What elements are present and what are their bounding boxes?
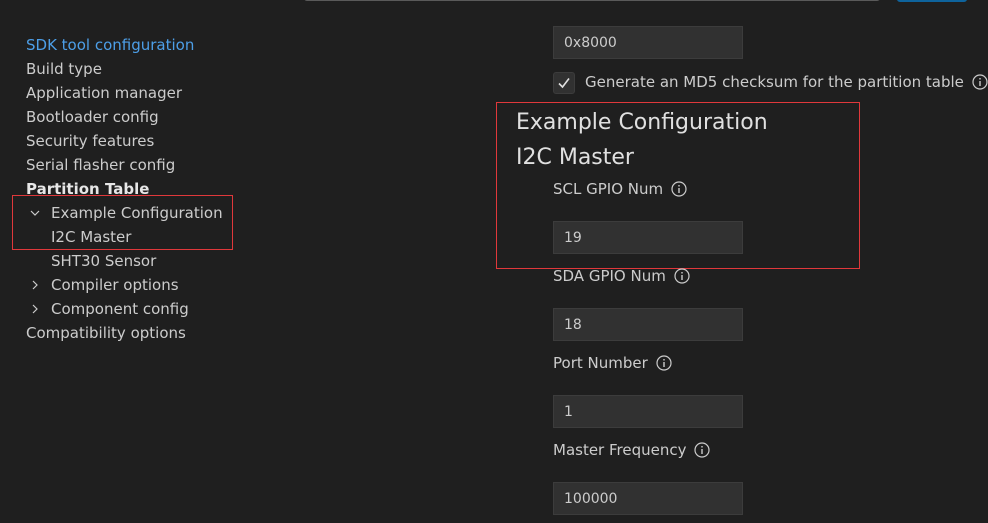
nav-item-partition-table[interactable]: Partition Table [26, 179, 149, 199]
md5-checkbox[interactable] [553, 72, 575, 94]
md5-checkbox-label: Generate an MD5 checksum for the partiti… [585, 72, 988, 92]
info-icon[interactable] [674, 268, 690, 284]
nav-item-sht30-sensor[interactable]: SHT30 Sensor [51, 251, 156, 271]
info-icon[interactable] [694, 442, 711, 458]
master-frequency-label: Master Frequency [553, 440, 711, 460]
port-number-input[interactable] [553, 395, 743, 428]
nav-item-component-config[interactable]: Component config [51, 299, 189, 319]
nav-item-i2c-master[interactable]: I2C Master [51, 227, 131, 247]
master-frequency-input[interactable] [553, 482, 743, 515]
nav-item-bootloader-config[interactable]: Bootloader config [26, 107, 159, 127]
sda-gpio-label: SDA GPIO Num [553, 266, 690, 286]
master-frequency-label-text: Master Frequency [553, 441, 687, 459]
search-input[interactable] [304, 0, 880, 1]
nav-item-serial-flasher-config[interactable]: Serial flasher config [26, 155, 175, 175]
port-number-label-text: Port Number [553, 354, 648, 372]
nav-item-sdk-tool-configuration[interactable]: SDK tool configuration [26, 35, 194, 55]
nav-item-compatibility-options[interactable]: Compatibility options [26, 323, 186, 343]
section-title: Example Configuration [516, 110, 768, 135]
scl-gpio-label: SCL GPIO Num [553, 179, 687, 199]
nav-item-security-features[interactable]: Security features [26, 131, 154, 151]
scl-gpio-label-text: SCL GPIO Num [553, 180, 664, 198]
sda-gpio-label-text: SDA GPIO Num [553, 267, 666, 285]
info-icon[interactable] [656, 355, 672, 371]
info-icon[interactable] [972, 74, 988, 90]
chevron-right-icon[interactable] [28, 275, 42, 295]
info-icon[interactable] [671, 181, 687, 197]
chevron-down-icon[interactable] [28, 203, 42, 223]
subsection-title: I2C Master [516, 145, 634, 170]
sda-gpio-input[interactable] [553, 308, 743, 341]
checkmark-icon [558, 78, 570, 89]
nav-item-example-configuration[interactable]: Example Configuration [51, 203, 223, 223]
chevron-right-icon[interactable] [28, 299, 42, 319]
partition-offset-input[interactable] [553, 26, 743, 59]
nav-item-compiler-options[interactable]: Compiler options [51, 275, 179, 295]
nav-item-build-type[interactable]: Build type [26, 59, 102, 79]
md5-checkbox-text: Generate an MD5 checksum for the partiti… [585, 73, 964, 91]
port-number-label: Port Number [553, 353, 672, 373]
scl-gpio-input[interactable] [553, 221, 743, 254]
nav-item-application-manager[interactable]: Application manager [26, 83, 182, 103]
primary-button[interactable] [897, 0, 967, 2]
